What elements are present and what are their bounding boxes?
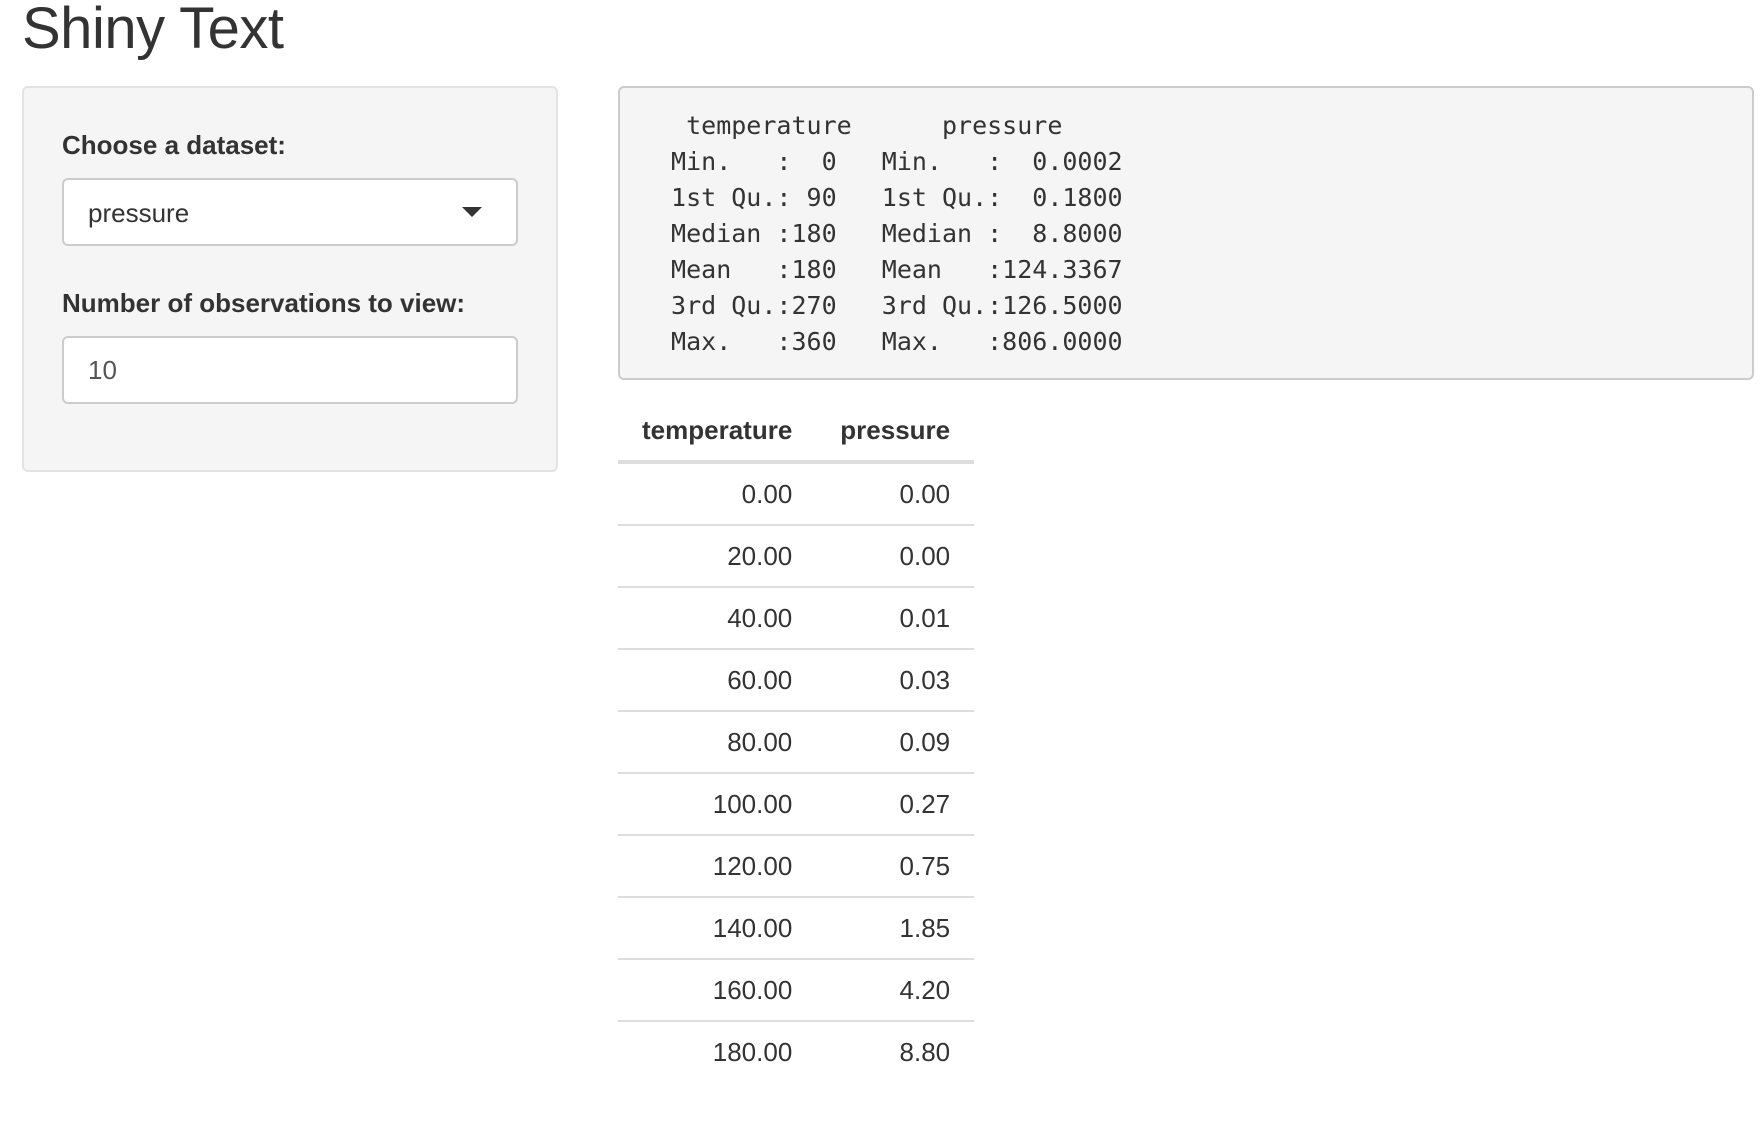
page-title: Shiny Text: [22, 0, 284, 61]
cell-pressure: 0.75: [816, 834, 975, 897]
table-row: 60.00 0.03: [618, 648, 975, 711]
dataset-select-value: pressure: [88, 198, 190, 228]
cell-pressure: 4.20: [816, 958, 975, 1021]
table-header-row: temperature pressure: [618, 400, 975, 464]
cell-temperature: 60.00: [618, 648, 817, 711]
table-row: 160.00 4.20: [618, 958, 975, 1021]
summary-text: temperature pressure Min. : 0 Min. : 0.0…: [656, 108, 1153, 360]
cell-temperature: 120.00: [618, 834, 817, 897]
table-row: 20.00 0.00: [618, 524, 975, 587]
data-table: temperature pressure 0.00 0.00 20.00 0.00 40…: [618, 400, 975, 1082]
summary-line: 3rd Qu.:270 3rd Qu.:126.5000: [656, 291, 1153, 320]
cell-pressure: 0.01: [816, 586, 975, 649]
obs-number-input[interactable]: [62, 336, 518, 404]
cell-temperature: 160.00: [618, 958, 817, 1021]
table-row: 140.00 1.85: [618, 896, 975, 959]
table-body: 0.00 0.00 20.00 0.00 40.00 0.01 60.00 0.03 80.00…: [618, 462, 975, 1082]
summary-line: Mean :180 Mean :124.3367: [656, 255, 1153, 284]
cell-pressure: 0.00: [899, 478, 951, 509]
cell-temperature: 140.00: [618, 896, 817, 959]
cell-temperature: 40.00: [618, 586, 817, 649]
cell-temperature: 100.00: [618, 772, 817, 835]
table-row: 80.00 0.09: [618, 710, 975, 773]
summary-line: Min. : 0 Min. : 0.0002: [656, 147, 1153, 176]
dataset-select[interactable]: pressure: [62, 178, 518, 246]
table-row: 100.00 0.27: [618, 772, 975, 835]
table-row: 0.00 0.00: [618, 462, 974, 525]
cell-temperature: 0.00: [741, 478, 793, 509]
table-row: 120.00 0.75: [618, 834, 975, 897]
cell-pressure: 0.27: [816, 772, 975, 835]
summary-output: temperature pressure Min. : 0 Min. : 0.0…: [618, 86, 1754, 380]
summary-line: Max. :360 Max. :806.0000: [656, 327, 1153, 356]
sidebar-panel: Choose a dataset: pressure Number of obs…: [22, 86, 558, 472]
cell-pressure: 0.09: [816, 710, 975, 773]
obs-label: Number of observations to view:: [62, 288, 466, 318]
caret-down-icon: [462, 207, 482, 217]
cell-pressure: 8.80: [816, 1020, 975, 1082]
cell-pressure: 0.03: [816, 648, 975, 711]
column-header-temperature: temperature: [618, 400, 817, 464]
table-row: 180.00 8.80: [618, 1020, 975, 1082]
cell-temperature: 20.00: [618, 524, 817, 587]
dataset-label: Choose a dataset:: [62, 130, 286, 160]
cell-temperature: 80.00: [618, 710, 817, 773]
column-header-pressure: pressure: [816, 400, 975, 464]
cell-temperature: 180.00: [618, 1020, 817, 1082]
summary-line: Median :180 Median : 8.8000: [656, 219, 1153, 248]
summary-line: 1st Qu.: 90 1st Qu.: 0.1800: [656, 183, 1153, 212]
cell-pressure: 0.00: [816, 524, 975, 587]
table-row: 40.00 0.01: [618, 586, 975, 649]
cell-pressure: 1.85: [816, 896, 975, 959]
summary-line: temperature pressure: [656, 111, 1138, 140]
